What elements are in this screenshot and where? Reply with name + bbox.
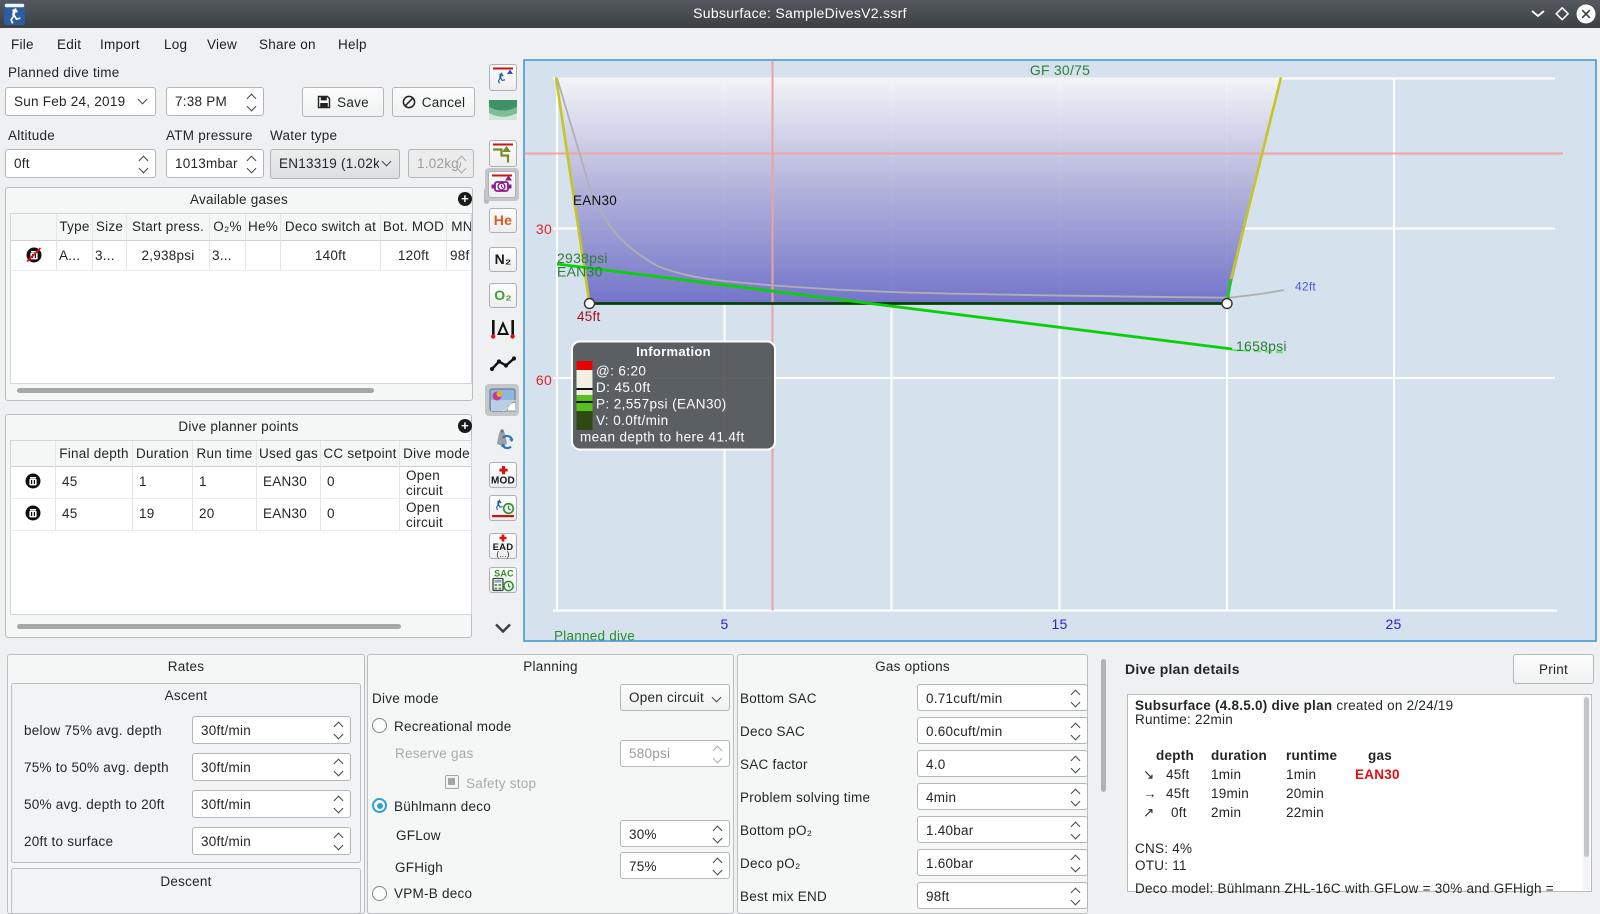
svg-text:EAN30: EAN30 — [557, 264, 603, 280]
svg-text:P: 2,557psi (EAN30): P: 2,557psi (EAN30) — [596, 397, 727, 412]
svg-text:Planned dive: Planned dive — [554, 629, 635, 643]
svg-text:GF 30/75: GF 30/75 — [1030, 62, 1090, 78]
svg-text:SAC: SAC — [494, 569, 514, 579]
svg-text:(...): (...) — [496, 550, 509, 559]
svg-text:@: 6:20: @: 6:20 — [596, 364, 646, 379]
svg-text:45ft: 45ft — [577, 309, 601, 324]
svg-text:EAN30: EAN30 — [573, 193, 617, 208]
svg-text:MOD: MOD — [491, 476, 515, 487]
svg-text:5: 5 — [720, 616, 728, 632]
svg-text:Information: Information — [636, 344, 711, 359]
svg-text:15: 15 — [1051, 616, 1067, 632]
svg-text:mean depth to here 41.4ft: mean depth to here 41.4ft — [580, 430, 745, 445]
svg-text:V: 0.0ft/min: V: 0.0ft/min — [596, 413, 669, 428]
svg-text:60: 60 — [536, 372, 552, 388]
svg-text:42ft: 42ft — [1295, 280, 1316, 294]
svg-text:D: 45.0ft: D: 45.0ft — [596, 380, 651, 395]
svg-text:30: 30 — [536, 221, 552, 237]
svg-text:1658psi: 1658psi — [1236, 338, 1287, 354]
svg-text:25: 25 — [1385, 616, 1401, 632]
